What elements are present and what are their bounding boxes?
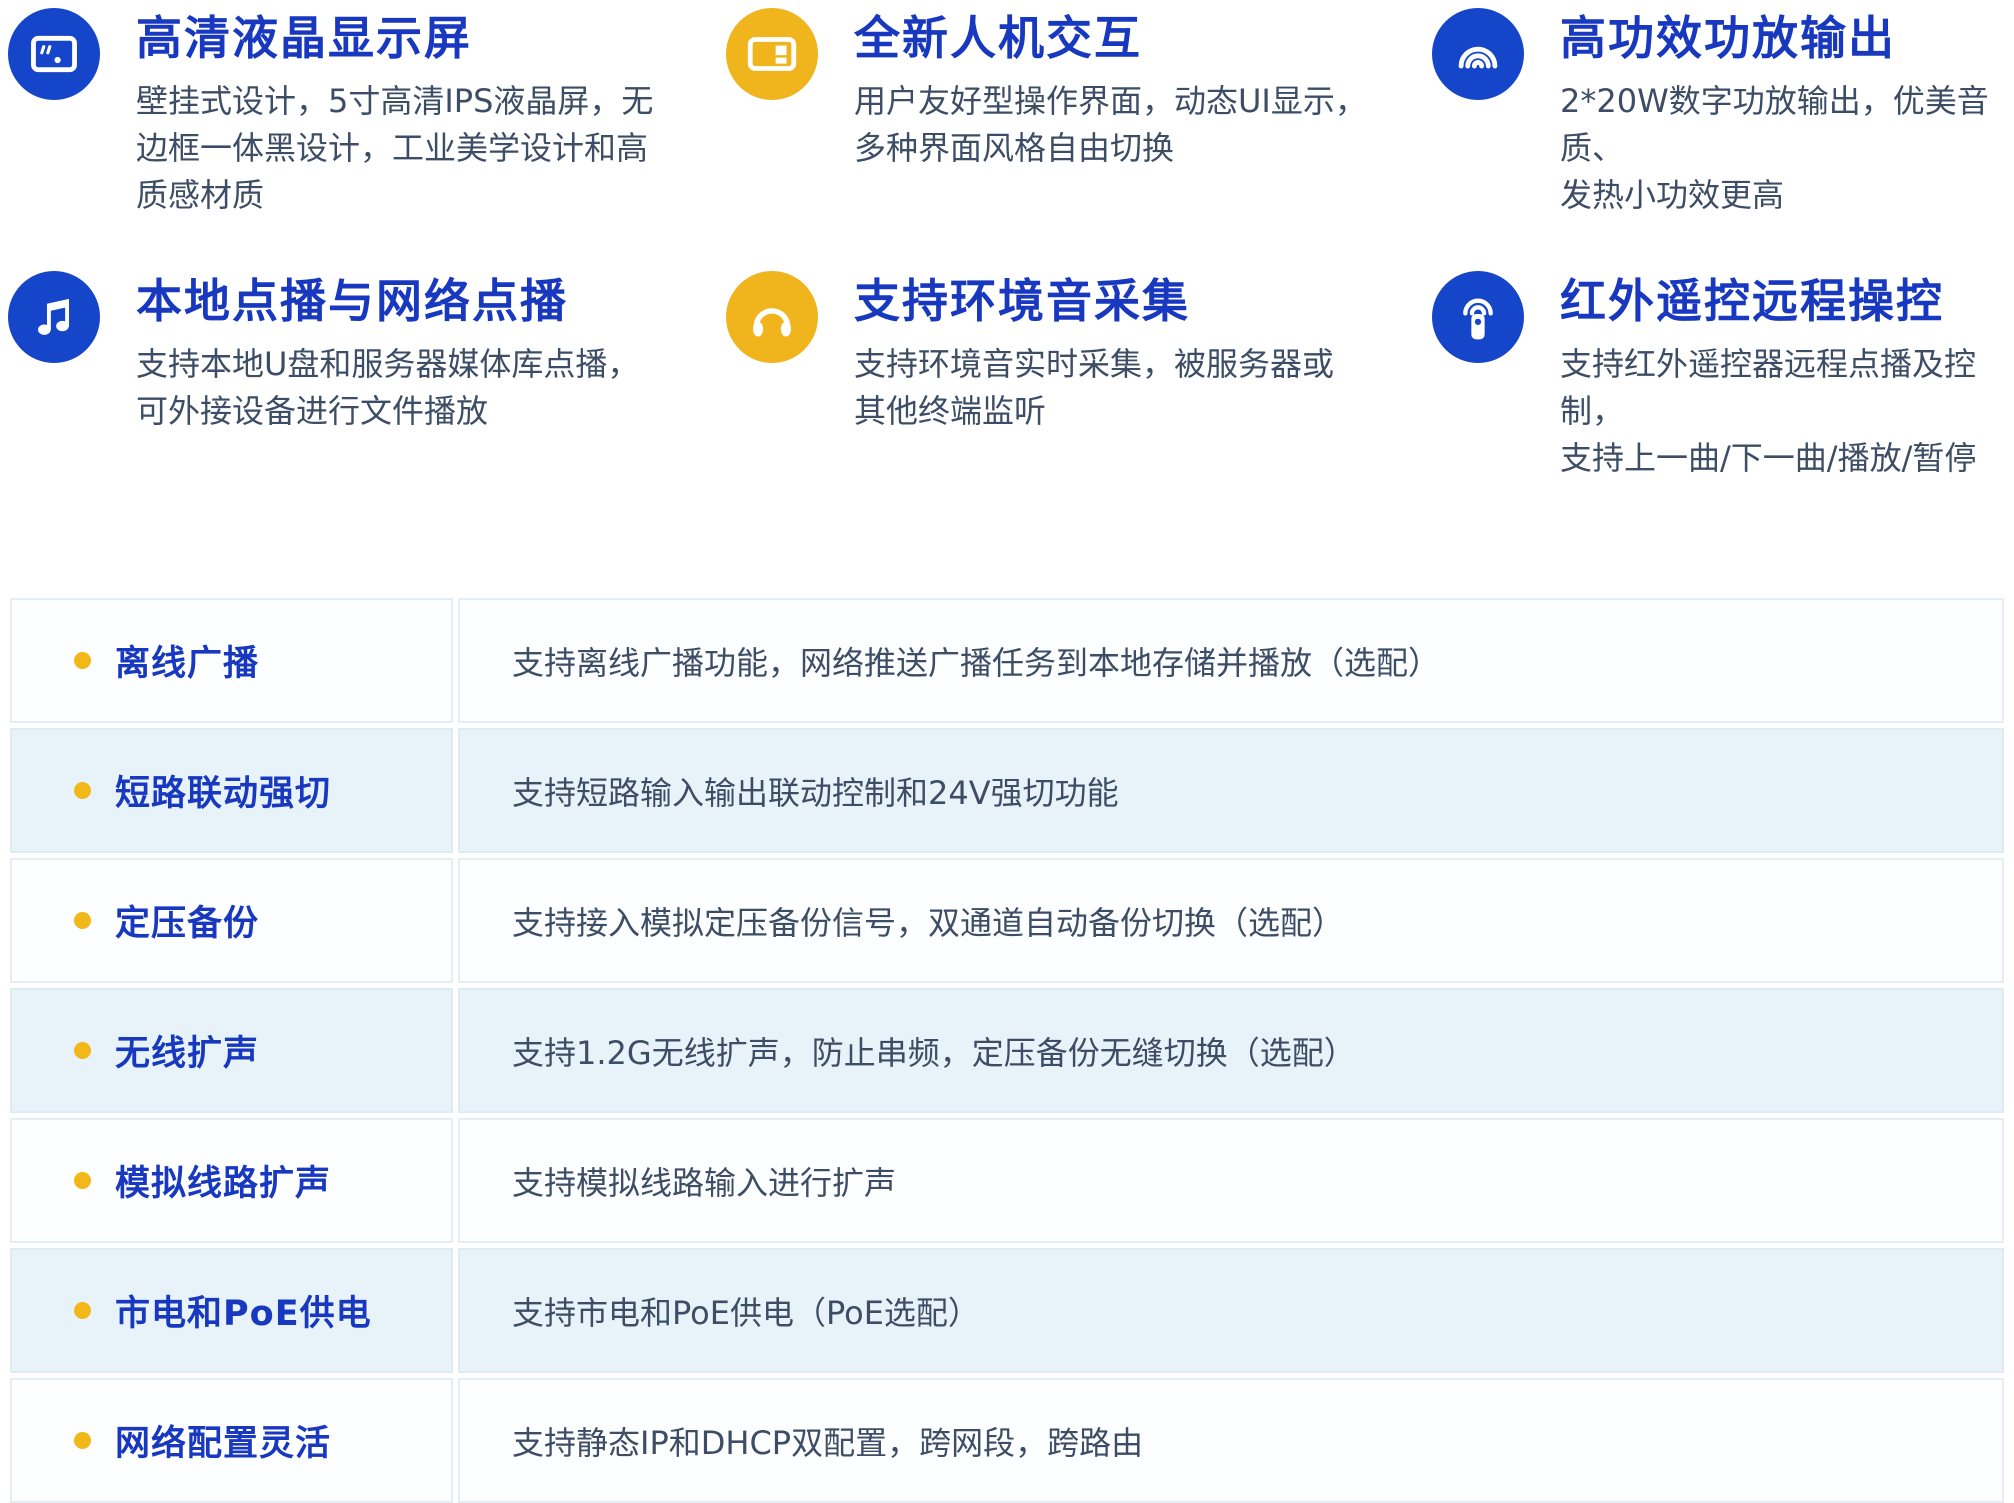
- spec-desc: 支持短路输入输出联动控制和24V强切功能: [512, 768, 1119, 814]
- spec-desc: 支持静态IP和DHCP双配置，跨网段，跨路由: [512, 1418, 1143, 1464]
- feature-desc: 壁挂式设计，5寸高清IPS液晶屏，无 边框一体黑设计，工业美学设计和高 质感材质: [136, 78, 676, 219]
- spec-label: 市电和PoE供电: [115, 1285, 372, 1336]
- feature-desc: 2*20W数字功放输出，优美音质、 发热小功效更高: [1560, 78, 2014, 219]
- bullet-dot-icon: [74, 1432, 91, 1449]
- bullet-dot-icon: [74, 912, 91, 929]
- spec-row-label-cell: 离线广播: [10, 598, 453, 723]
- bullet-dot-icon: [74, 1302, 91, 1319]
- spec-label: 定压备份: [115, 895, 259, 946]
- feature-title: 红外遥控远程操控: [1560, 275, 2014, 327]
- spec-row-desc-cell: 支持市电和PoE供电（PoE选配）: [458, 1248, 2004, 1373]
- feature-card-amplifier: 高功效功放输出 2*20W数字功放输出，优美音质、 发热小功效更高: [1432, 8, 2014, 219]
- spec-label: 网络配置灵活: [115, 1415, 331, 1466]
- spec-desc: 支持离线广播功能，网络推送广播任务到本地存储并播放（选配）: [512, 638, 1440, 684]
- spec-row-desc-cell: 支持静态IP和DHCP双配置，跨网段，跨路由: [458, 1378, 2004, 1503]
- spec-row-label-cell: 网络配置灵活: [10, 1378, 453, 1503]
- feature-desc: 支持红外遥控器远程点播及控制， 支持上一曲/下一曲/播放/暂停: [1560, 341, 2014, 482]
- feature-card-local-network-play: 本地点播与网络点播 支持本地U盘和服务器媒体库点播， 可外接设备进行文件播放: [8, 271, 726, 482]
- spec-desc: 支持接入模拟定压备份信号，双通道自动备份切换（选配）: [512, 898, 1344, 944]
- spec-row-desc-cell: 支持短路输入输出联动控制和24V强切功能: [458, 728, 2004, 853]
- display-icon: [8, 8, 100, 100]
- spec-label: 无线扩声: [115, 1025, 259, 1076]
- spec-row-label-cell: 模拟线路扩声: [10, 1118, 453, 1243]
- feature-desc: 支持本地U盘和服务器媒体库点播， 可外接设备进行文件播放: [136, 341, 676, 435]
- bullet-dot-icon: [74, 1042, 91, 1059]
- sound-wave-icon: [1432, 8, 1524, 100]
- headphones-icon: [726, 271, 818, 363]
- feature-title: 本地点播与网络点播: [136, 275, 676, 327]
- remote-control-icon: [1432, 271, 1524, 363]
- bullet-dot-icon: [74, 652, 91, 669]
- feature-title: 高清液晶显示屏: [136, 12, 676, 64]
- spec-label: 短路联动强切: [115, 765, 331, 816]
- feature-title: 支持环境音采集: [854, 275, 1394, 327]
- features-grid: 高清液晶显示屏 壁挂式设计，5寸高清IPS液晶屏，无 边框一体黑设计，工业美学设…: [0, 0, 2014, 482]
- spec-row-label-cell: 市电和PoE供电: [10, 1248, 453, 1373]
- feature-card-ambient-audio: 支持环境音采集 支持环境音实时采集，被服务器或 其他终端监听: [726, 271, 1432, 482]
- spec-row-label-cell: 短路联动强切: [10, 728, 453, 853]
- spec-table: 离线广播 支持离线广播功能，网络推送广播任务到本地存储并播放（选配） 短路联动强…: [10, 598, 2004, 1503]
- spec-row-desc-cell: 支持1.2G无线扩声，防止串频，定压备份无缝切换（选配）: [458, 988, 2004, 1113]
- spec-row-desc-cell: 支持接入模拟定压备份信号，双通道自动备份切换（选配）: [458, 858, 2004, 983]
- spec-desc: 支持1.2G无线扩声，防止串频，定压备份无缝切换（选配）: [512, 1028, 1356, 1074]
- feature-card-hmi: 全新人机交互 用户友好型操作界面，动态UI显示， 多种界面风格自由切换: [726, 8, 1432, 219]
- feature-card-ir-remote: 红外遥控远程操控 支持红外遥控器远程点播及控制， 支持上一曲/下一曲/播放/暂停: [1432, 271, 2014, 482]
- spec-desc: 支持市电和PoE供电（PoE选配）: [512, 1288, 980, 1334]
- bullet-dot-icon: [74, 782, 91, 799]
- spec-row-desc-cell: 支持离线广播功能，网络推送广播任务到本地存储并播放（选配）: [458, 598, 2004, 723]
- feature-title: 高功效功放输出: [1560, 12, 2014, 64]
- spec-row-desc-cell: 支持模拟线路输入进行扩声: [458, 1118, 2004, 1243]
- spec-row-label-cell: 定压备份: [10, 858, 453, 983]
- spec-label: 离线广播: [115, 635, 259, 686]
- spec-row-label-cell: 无线扩声: [10, 988, 453, 1113]
- spec-desc: 支持模拟线路输入进行扩声: [512, 1158, 896, 1204]
- feature-desc: 用户友好型操作界面，动态UI显示， 多种界面风格自由切换: [854, 78, 1394, 172]
- spec-label: 模拟线路扩声: [115, 1155, 331, 1206]
- feature-title: 全新人机交互: [854, 12, 1394, 64]
- feature-card-lcd-display: 高清液晶显示屏 壁挂式设计，5寸高清IPS液晶屏，无 边框一体黑设计，工业美学设…: [8, 8, 726, 219]
- ui-screens-icon: [726, 8, 818, 100]
- bullet-dot-icon: [74, 1172, 91, 1189]
- feature-desc: 支持环境音实时采集，被服务器或 其他终端监听: [854, 341, 1394, 435]
- music-note-icon: [8, 271, 100, 363]
